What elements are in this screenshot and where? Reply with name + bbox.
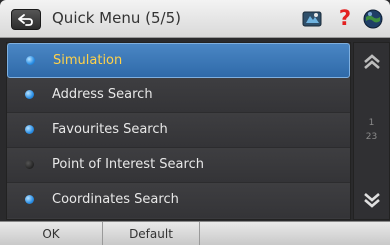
total-pages: 23 xyxy=(365,132,378,142)
menu-item-label: Coordinates Search xyxy=(52,192,179,207)
menu-item-favourites-search[interactable]: Favourites Search xyxy=(7,113,350,148)
bottom-bar: OK Default xyxy=(0,221,390,245)
status-bullet-icon xyxy=(25,90,34,99)
status-bullet-icon xyxy=(25,125,34,134)
map-icon[interactable] xyxy=(301,8,323,30)
menu-item-label: Simulation xyxy=(53,53,123,68)
help-icon[interactable]: ? xyxy=(334,7,356,29)
menu-item-poi-search[interactable]: Point of Interest Search xyxy=(7,148,350,183)
page-indicator: 1 23 xyxy=(354,116,389,144)
page-title: Quick Menu (5/5) xyxy=(52,9,181,27)
double-chevron-up-icon xyxy=(363,54,380,69)
menu-list: Simulation Address Search Favourites Sea… xyxy=(6,42,351,220)
status-bullet-icon xyxy=(25,195,34,204)
double-chevron-down-icon xyxy=(363,193,380,208)
scroll-down-button[interactable] xyxy=(354,183,389,217)
menu-item-label: Address Search xyxy=(52,87,153,102)
back-button[interactable] xyxy=(11,9,41,30)
menu-item-simulation[interactable]: Simulation xyxy=(7,43,350,78)
header-bar: Quick Menu (5/5) ? xyxy=(0,0,390,38)
current-page: 1 xyxy=(368,118,375,128)
back-arrow-icon xyxy=(18,13,33,26)
menu-item-label: Point of Interest Search xyxy=(52,157,204,172)
default-button[interactable]: Default xyxy=(103,222,200,245)
scroll-up-button[interactable] xyxy=(354,45,389,79)
status-bullet-icon xyxy=(25,160,34,169)
globe-icon[interactable] xyxy=(362,8,384,30)
menu-item-coordinates-search[interactable]: Coordinates Search xyxy=(7,183,350,218)
quick-menu-screen: Quick Menu (5/5) ? Simulation Address Se… xyxy=(0,0,390,245)
menu-item-address-search[interactable]: Address Search xyxy=(7,78,350,113)
scrollbar[interactable]: 1 23 xyxy=(353,42,390,220)
status-bullet-icon xyxy=(26,56,35,65)
menu-item-label: Favourites Search xyxy=(52,122,168,137)
ok-button[interactable]: OK xyxy=(0,222,103,245)
